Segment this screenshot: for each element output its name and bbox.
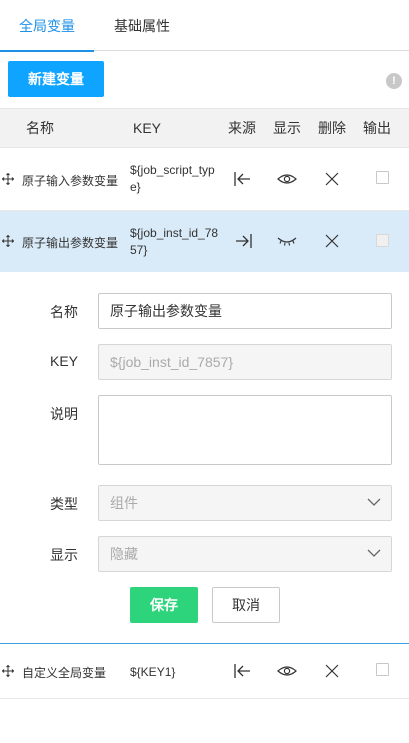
row-name: 原子输入参数变量 bbox=[22, 174, 119, 188]
eye-open-icon[interactable] bbox=[277, 663, 297, 679]
source-output-icon bbox=[236, 234, 252, 248]
table-row[interactable]: 自定义全局变量 ${KEY1} bbox=[0, 643, 409, 699]
chevron-down-icon bbox=[367, 498, 381, 506]
cancel-button[interactable]: 取消 bbox=[212, 587, 280, 623]
source-input-icon bbox=[234, 664, 250, 678]
source-input-icon bbox=[234, 172, 250, 186]
display-select-value: 隐藏 bbox=[110, 546, 138, 562]
delete-icon[interactable] bbox=[322, 233, 342, 249]
row-name: 自定义全局变量 bbox=[22, 666, 107, 680]
drag-handle-icon[interactable] bbox=[2, 173, 14, 185]
variable-edit-form: 名称 原子输出参数变量 KEY ${job_inst_id_7857} 说明 类… bbox=[0, 272, 409, 643]
output-checkbox[interactable] bbox=[376, 663, 389, 676]
drag-handle-icon[interactable] bbox=[2, 235, 14, 247]
eye-open-icon[interactable] bbox=[277, 171, 297, 187]
header-output: 输出 bbox=[363, 120, 391, 136]
type-select-value: 组件 bbox=[110, 495, 138, 511]
output-checkbox[interactable] bbox=[376, 171, 389, 184]
description-label: 说明 bbox=[50, 406, 78, 422]
header-key: KEY bbox=[133, 120, 162, 136]
row-key: ${job_inst_id_7857} bbox=[130, 226, 219, 257]
display-label: 显示 bbox=[50, 547, 78, 563]
table-row-selected[interactable]: 原子输出参数变量 ${job_inst_id_7857} bbox=[0, 211, 409, 272]
tab-basic-properties[interactable]: 基础属性 bbox=[94, 0, 190, 51]
display-select[interactable]: 隐藏 bbox=[98, 536, 392, 572]
row-key: ${KEY1} bbox=[130, 665, 176, 679]
output-checkbox[interactable] bbox=[376, 234, 389, 247]
name-label: 名称 bbox=[50, 304, 78, 320]
type-select: 组件 bbox=[98, 485, 392, 521]
key-label: KEY bbox=[50, 353, 79, 369]
header-delete: 删除 bbox=[318, 120, 346, 136]
drag-handle-icon[interactable] bbox=[2, 665, 14, 677]
eye-closed-icon[interactable] bbox=[277, 233, 297, 249]
delete-icon[interactable] bbox=[322, 663, 342, 679]
tab-global-variables[interactable]: 全局变量 bbox=[0, 0, 94, 52]
type-label: 类型 bbox=[50, 496, 78, 512]
save-button[interactable]: 保存 bbox=[130, 587, 198, 623]
key-input: ${job_inst_id_7857} bbox=[98, 344, 392, 380]
name-input[interactable]: 原子输出参数变量 bbox=[98, 293, 392, 329]
description-textarea[interactable] bbox=[98, 395, 392, 465]
header-source: 来源 bbox=[228, 120, 256, 136]
new-variable-button[interactable]: 新建变量 bbox=[8, 61, 104, 97]
delete-icon[interactable] bbox=[322, 171, 342, 187]
chevron-down-icon bbox=[367, 549, 381, 557]
row-key: ${job_script_type} bbox=[130, 163, 215, 194]
header-display: 显示 bbox=[273, 120, 301, 136]
table-header: 名称 KEY 来源 显示 删除 输出 bbox=[0, 108, 409, 148]
info-icon[interactable]: ! bbox=[386, 73, 402, 89]
table-row[interactable]: 原子输入参数变量 ${job_script_type} bbox=[0, 148, 409, 211]
tab-bar: 全局变量 基础属性 bbox=[0, 0, 409, 52]
row-name: 原子输出参数变量 bbox=[22, 236, 119, 250]
header-name: 名称 bbox=[26, 120, 54, 136]
